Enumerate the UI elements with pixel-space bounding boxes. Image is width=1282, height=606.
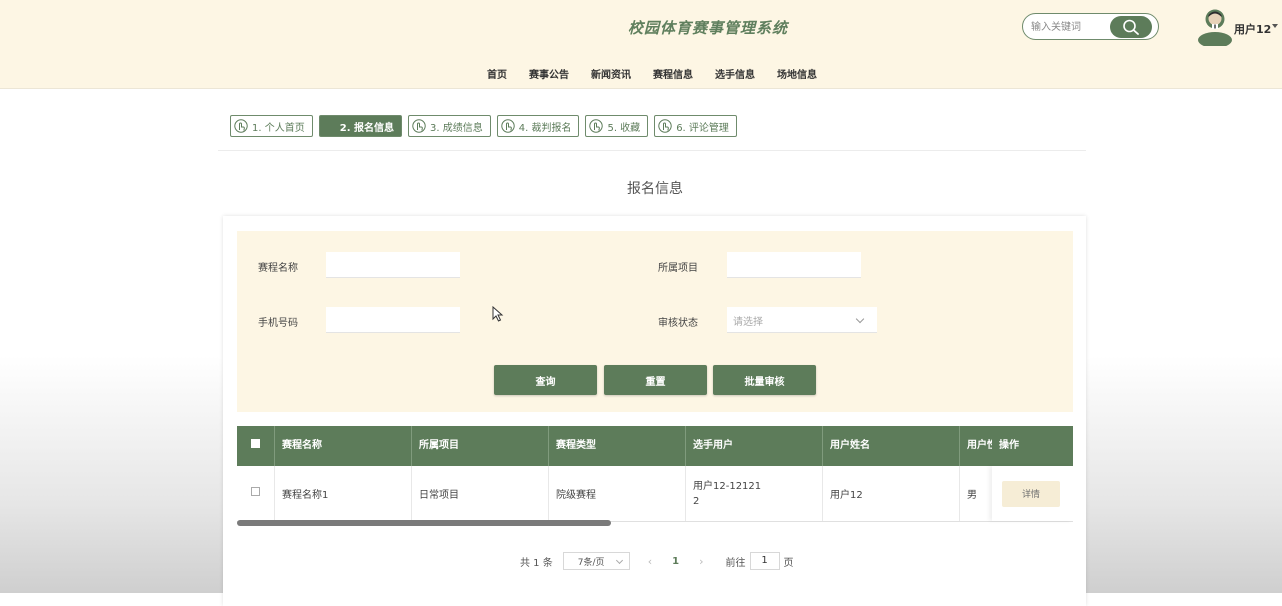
nav-item-announcements[interactable]: 赛事公告 xyxy=(518,66,580,81)
column-header: 操作 xyxy=(999,440,1019,451)
search-button[interactable] xyxy=(1110,16,1152,38)
page-size-select[interactable]: 7条/页 xyxy=(562,552,630,570)
tab-comments[interactable]: 6. 评论管理 xyxy=(654,115,737,137)
query-button[interactable]: 查询 xyxy=(494,365,597,395)
cell-project: 日常项目 xyxy=(412,466,549,521)
main-nav: 首页 赛事公告 新闻资讯 赛程信息 选手信息 场地信息 xyxy=(476,66,828,81)
row-select-cell xyxy=(237,466,275,521)
tab-favorites[interactable]: 5. 收藏 xyxy=(585,115,649,137)
user-avatar-icon[interactable] xyxy=(1198,9,1232,46)
chevron-down-icon[interactable] xyxy=(1272,24,1278,28)
divider xyxy=(218,150,1086,151)
cell-player-user: 用户12-12121 2 xyxy=(686,466,823,521)
detail-button[interactable]: 详情 xyxy=(1002,480,1060,507)
page-size-value: 7条/页 xyxy=(577,557,605,568)
reset-button[interactable]: 重置 xyxy=(604,365,707,395)
pagination: 共 1 条 7条/页 ‹ 1 › 前往 1 页 xyxy=(520,551,794,571)
nav-item-schedule[interactable]: 赛程信息 xyxy=(642,66,704,81)
nav-item-venues[interactable]: 场地信息 xyxy=(766,66,828,81)
batch-review-button[interactable]: 批量审核 xyxy=(713,365,816,395)
prev-page-icon[interactable]: ‹ xyxy=(648,555,652,568)
phone-label: 手机号码 xyxy=(258,318,298,329)
table-header: 赛程名称 所属项目 赛程类型 选手用户 用户姓名 用户性 操作 xyxy=(237,426,1073,466)
project-label: 所属项目 xyxy=(658,263,698,274)
scrollbar-thumb[interactable] xyxy=(237,520,611,526)
goto-label: 前往 xyxy=(725,557,746,569)
search-input[interactable] xyxy=(1031,19,1109,35)
chevron-down-icon xyxy=(855,314,865,324)
page-suffix: 页 xyxy=(783,557,794,569)
column-header: 所属项目 xyxy=(412,426,549,466)
cell-gender: 男 xyxy=(967,490,977,501)
hand-pointer-icon xyxy=(412,119,426,133)
row-checkbox[interactable] xyxy=(251,487,260,496)
table-row: 赛程名称1 日常项目 院级赛程 用户12-12121 2 用户12 男 详情 xyxy=(237,466,1073,522)
column-header: 赛程类型 xyxy=(549,426,686,466)
hand-pointer-icon xyxy=(234,119,248,133)
hand-pointer-icon xyxy=(658,119,672,133)
user-name[interactable]: 用户12 xyxy=(1234,21,1271,37)
page-title: 报名信息 xyxy=(627,181,683,197)
goto-page-input[interactable]: 1 xyxy=(749,552,780,570)
hand-pointer-icon xyxy=(501,119,515,133)
cell-match-name: 赛程名称1 xyxy=(275,466,412,521)
cell-actions: 详情 xyxy=(992,466,1073,521)
player-user-line: 用户12-12121 xyxy=(693,480,762,492)
match-name-input[interactable] xyxy=(326,252,460,278)
tab-profile[interactable]: 1. 个人首页 xyxy=(230,115,313,137)
column-header: 用户姓名 xyxy=(823,426,960,466)
nav-item-home[interactable]: 首页 xyxy=(476,66,518,81)
cell-user-name: 用户12 xyxy=(823,466,960,521)
search-icon xyxy=(1123,19,1139,35)
nav-item-players[interactable]: 选手信息 xyxy=(704,66,766,81)
tab-label: 1. 个人首页 xyxy=(252,122,305,134)
page-number-current[interactable]: 1 xyxy=(672,556,679,567)
project-input[interactable] xyxy=(727,252,861,278)
tab-label: 2. 报名信息 xyxy=(339,122,394,134)
nav-item-news[interactable]: 新闻资讯 xyxy=(580,66,642,81)
tab-label: 3. 成绩信息 xyxy=(429,122,483,134)
tab-label: 4. 裁判报名 xyxy=(518,122,572,134)
user-center-tabs: 1. 个人首页 2. 报名信息 3. 成绩信息 4. 裁判报名 5. 收藏 6.… xyxy=(230,115,737,137)
column-header: 用户性 xyxy=(967,440,992,451)
tab-registration[interactable]: 2. 报名信息 xyxy=(318,115,402,137)
mouse-cursor-icon xyxy=(492,306,504,322)
tab-scores[interactable]: 3. 成绩信息 xyxy=(407,115,491,137)
select-all-cell xyxy=(237,426,275,466)
player-user-line: 2 xyxy=(693,495,700,507)
cell-match-type: 院级赛程 xyxy=(549,466,686,521)
tab-label: 6. 评论管理 xyxy=(676,122,729,134)
search-box xyxy=(1022,13,1159,40)
match-name-label: 赛程名称 xyxy=(258,263,298,274)
tab-referee-signup[interactable]: 4. 裁判报名 xyxy=(496,115,580,137)
phone-input[interactable] xyxy=(326,307,460,333)
column-header: 选手用户 xyxy=(686,426,823,466)
select-all-checkbox[interactable] xyxy=(251,438,260,448)
status-select[interactable]: 请选择 xyxy=(727,307,877,333)
status-select-placeholder: 请选择 xyxy=(733,317,763,328)
total-count: 共 1 条 xyxy=(520,557,553,569)
chevron-down-icon xyxy=(615,556,623,565)
next-page-icon[interactable]: › xyxy=(699,555,703,568)
hand-pointer-icon xyxy=(589,119,604,133)
column-header: 赛程名称 xyxy=(275,426,412,466)
tab-label: 5. 收藏 xyxy=(607,122,641,134)
status-label: 审核状态 xyxy=(658,318,698,329)
